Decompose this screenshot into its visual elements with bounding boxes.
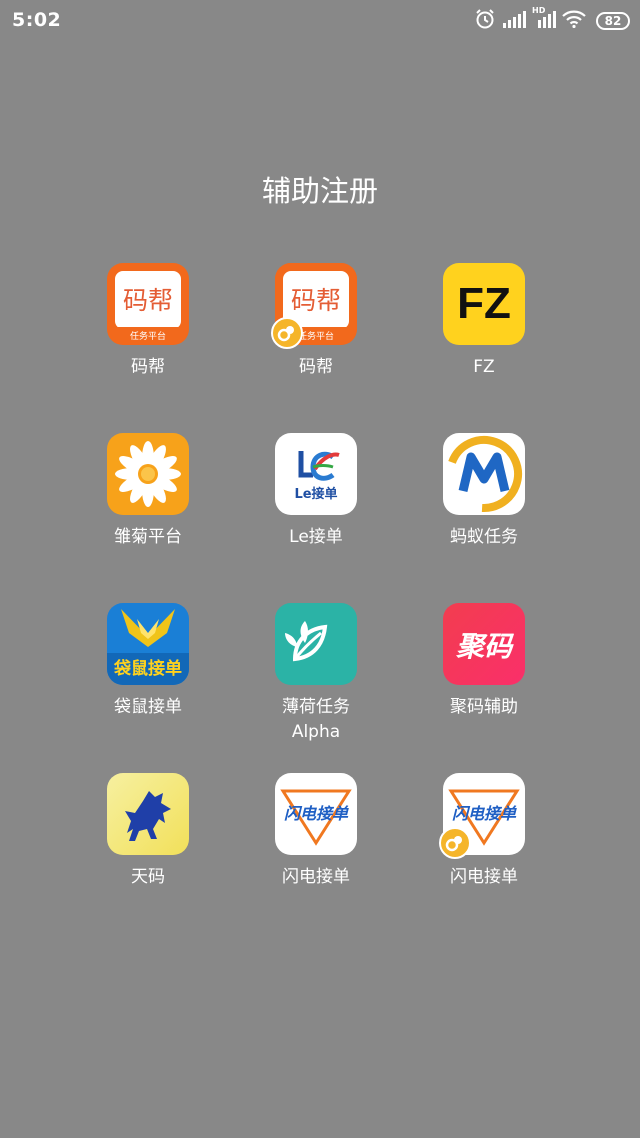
mabang-icon: 码帮 任务平台 <box>107 263 189 345</box>
mabang-icon-text: 码帮 <box>122 286 173 315</box>
app-mabang-clone[interactable]: 码帮 任务平台 码帮 <box>232 263 400 380</box>
juma-icon: 聚码 <box>443 603 525 685</box>
horse-icon <box>107 773 189 855</box>
fz-icon-text: FZ <box>457 279 511 328</box>
mint-icon <box>275 603 357 685</box>
app-lightning-clone[interactable]: 闪电接单 闪电接单 <box>400 773 568 890</box>
app-label: 闪电接单 <box>282 867 350 887</box>
app-tianma[interactable]: 天码 <box>64 773 232 890</box>
status-time: 5:02 <box>12 9 62 31</box>
status-icons: HD 82 <box>474 6 630 34</box>
app-le[interactable]: Le接单 Le接单 <box>232 433 400 550</box>
app-label-line2: Alpha <box>291 722 341 742</box>
app-label: 雏菊平台 <box>114 527 182 547</box>
app-lightning[interactable]: 闪电接单 闪电接单 <box>232 773 400 890</box>
app-label: Le接单 <box>289 527 343 547</box>
lightning-icon: 闪电接单 <box>439 773 525 859</box>
le-icon-text: Le接单 <box>294 487 338 502</box>
app-kangaroo[interactable]: 袋鼠接单 袋鼠接单 <box>64 603 232 720</box>
lightning-icon-text: 闪电接单 <box>283 804 348 823</box>
le-icon: Le接单 <box>275 433 357 515</box>
kangaroo-icon-text: 袋鼠接单 <box>114 659 182 679</box>
app-fz[interactable]: FZ FZ <box>400 263 568 380</box>
app-label: 天码 <box>131 867 165 887</box>
app-label: 码帮 <box>131 357 165 377</box>
clone-badge-icon <box>439 827 471 859</box>
clone-badge-icon <box>271 317 303 349</box>
mabang-icon-text: 码帮 <box>290 286 341 315</box>
app-label: 闪电接单 <box>450 867 518 887</box>
app-label: 聚码辅助 <box>450 697 518 717</box>
fz-icon: FZ <box>443 263 525 345</box>
mabang-icon: 码帮 任务平台 <box>271 263 357 349</box>
app-label: FZ <box>473 357 495 377</box>
battery-icon: 82 <box>596 12 630 30</box>
alarm-icon <box>474 8 496 34</box>
app-ant-task[interactable]: 蚂蚁任务 <box>400 433 568 550</box>
hd-label: HD <box>532 6 546 15</box>
kangaroo-icon: 袋鼠接单 <box>107 603 189 685</box>
app-label: 码帮 <box>299 357 333 377</box>
app-daisy[interactable]: 雏菊平台 <box>64 433 232 550</box>
lightning-icon-text: 闪电接单 <box>451 804 516 823</box>
app-label: 薄荷任务 Alpha <box>232 695 400 745</box>
folder-title: 辅助注册 <box>261 174 378 208</box>
wifi-icon <box>562 10 586 32</box>
signal-icon <box>502 10 526 32</box>
daisy-icon <box>107 433 189 515</box>
status-bar: 5:02 HD 82 <box>0 0 640 44</box>
app-label: 蚂蚁任务 <box>450 527 518 547</box>
hd-signal-icon: HD <box>532 6 556 32</box>
ant-task-icon <box>443 433 525 515</box>
app-label-line1: 薄荷任务 <box>282 697 350 717</box>
lightning-icon: 闪电接单 <box>275 773 357 855</box>
app-label: 袋鼠接单 <box>114 697 182 717</box>
app-mint[interactable]: 薄荷任务 Alpha <box>232 603 400 745</box>
mabang-icon-subtext: 任务平台 <box>129 332 166 342</box>
app-mabang[interactable]: 码帮 任务平台 码帮 <box>64 263 232 380</box>
app-juma[interactable]: 聚码 聚码辅助 <box>400 603 568 720</box>
juma-icon-text: 聚码 <box>455 630 512 663</box>
